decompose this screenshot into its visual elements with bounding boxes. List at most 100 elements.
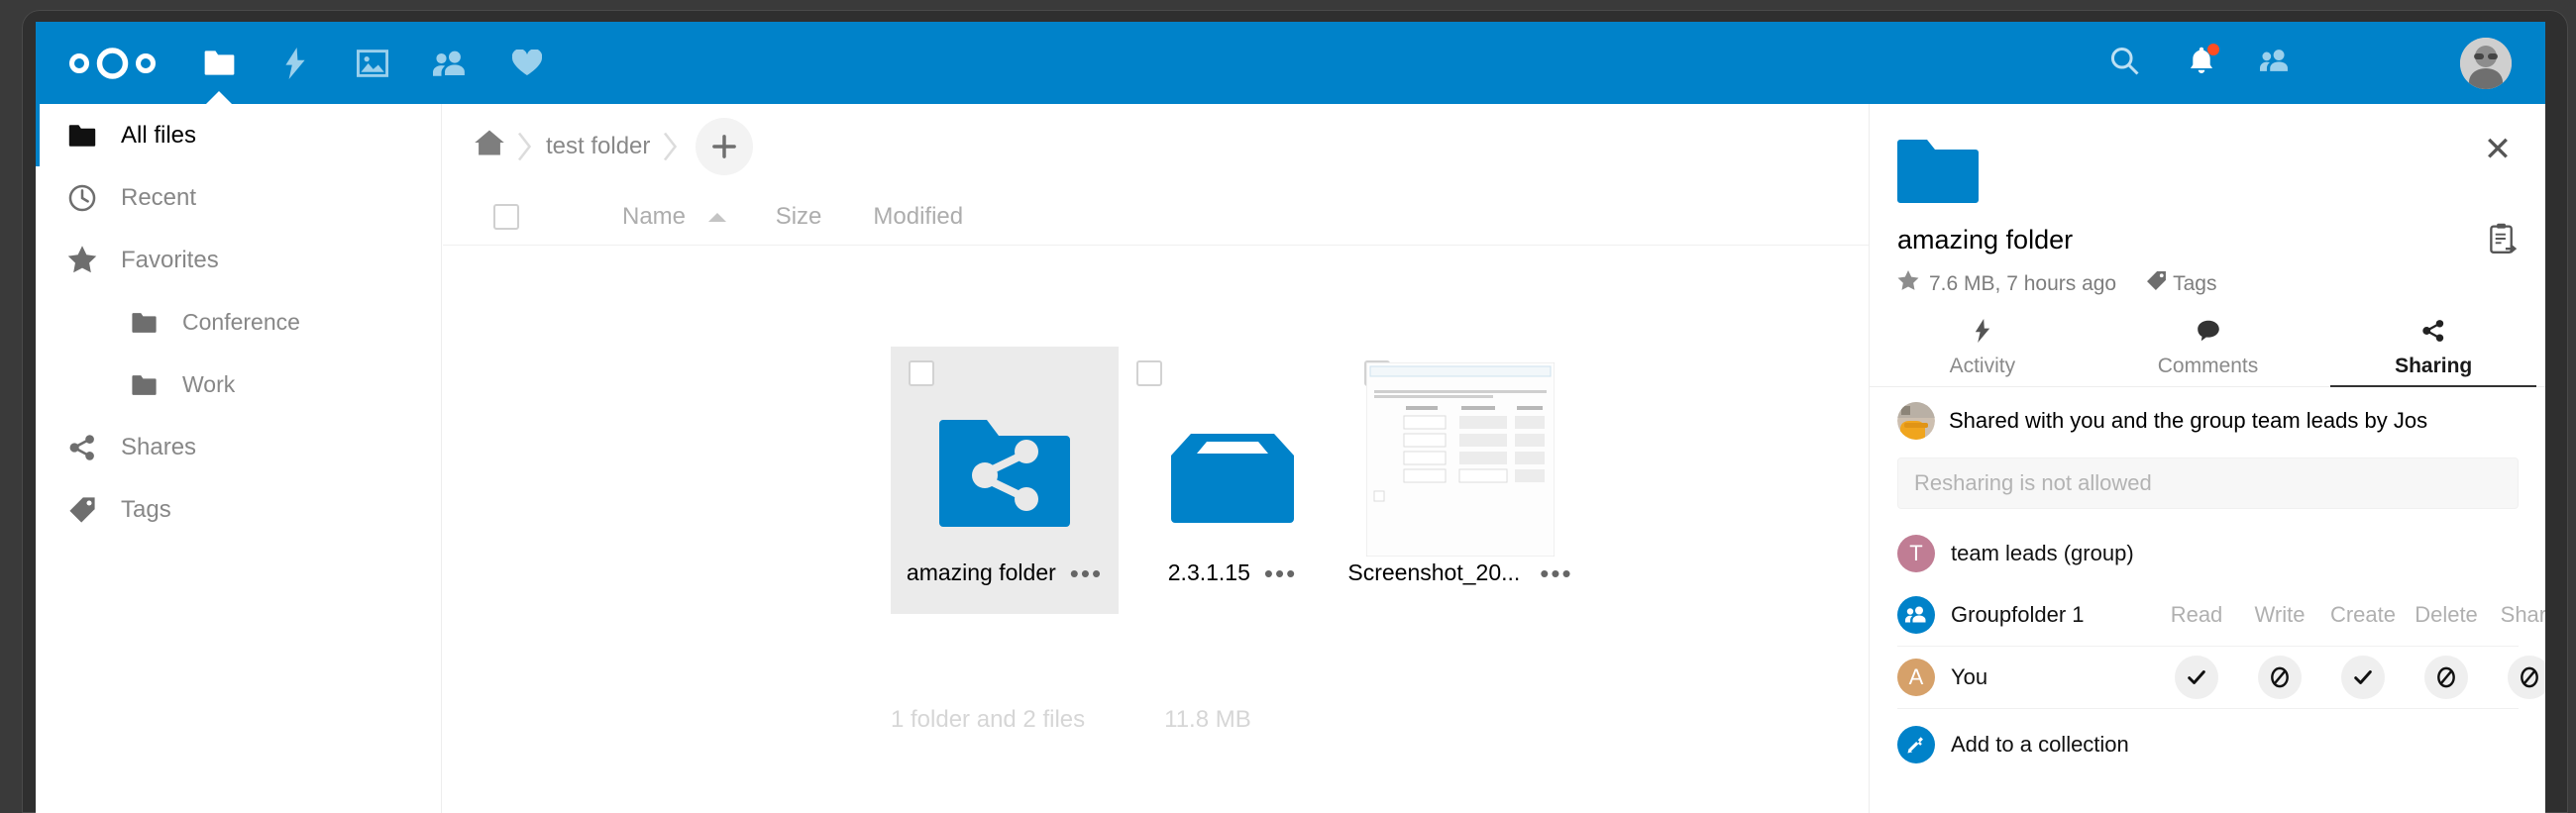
share-icon bbox=[2421, 319, 2445, 349]
add-to-collection-row[interactable]: Add to a collection bbox=[1870, 709, 2545, 780]
file-list-header: Name Size Modified bbox=[443, 188, 1869, 246]
share-icon bbox=[65, 434, 99, 461]
permission-header-share[interactable]: Share bbox=[2488, 602, 2545, 628]
contacts-icon bbox=[433, 50, 467, 77]
permission-read[interactable] bbox=[2155, 656, 2238, 699]
deny-icon[interactable] bbox=[2508, 656, 2545, 699]
permission-create[interactable] bbox=[2321, 656, 2405, 699]
screenshot-preview bbox=[1346, 360, 1574, 559]
column-header-name-label: Name bbox=[622, 202, 687, 230]
header-app-favorites[interactable] bbox=[487, 22, 567, 104]
user-avatar[interactable] bbox=[2460, 38, 2512, 89]
sidebar-item-all-files[interactable]: All files bbox=[36, 104, 441, 166]
details-sidebar: ✕ amazing folder 7.6 MB, 7 hours ago Tag… bbox=[1869, 104, 2545, 813]
file-tile-label-row: amazing folder ••• bbox=[891, 559, 1119, 586]
column-header-size[interactable]: Size bbox=[776, 203, 822, 231]
check-icon[interactable] bbox=[2341, 656, 2385, 699]
photo-avatar bbox=[1897, 402, 1935, 440]
select-all-checkbox[interactable] bbox=[493, 203, 519, 230]
nextcloud-logo[interactable] bbox=[65, 48, 160, 79]
header-app-contacts[interactable] bbox=[410, 22, 489, 104]
new-file-button[interactable] bbox=[696, 117, 754, 175]
permission-write[interactable] bbox=[2238, 656, 2321, 699]
app-header bbox=[36, 22, 2545, 104]
share-row-groupfolder-1[interactable]: Groupfolder 1 Read Write Create Delete S… bbox=[1870, 584, 2545, 646]
share-recipient-name: team leads (group) bbox=[1951, 541, 2134, 565]
file-meta: 7.6 MB, 7 hours ago Tags bbox=[1897, 270, 2216, 297]
files-main-content: test folder Name Size Modified amazing f… bbox=[443, 104, 1869, 813]
file-actions-menu[interactable]: ••• bbox=[1540, 560, 1572, 586]
tags-button[interactable]: Tags bbox=[2146, 270, 2216, 297]
permission-values bbox=[2155, 656, 2545, 699]
header-app-activity[interactable] bbox=[256, 22, 335, 104]
column-header-name[interactable]: Name bbox=[622, 203, 726, 231]
permission-header-delete[interactable]: Delete bbox=[2405, 602, 2488, 628]
sidebar-item-label: Tags bbox=[121, 495, 171, 523]
tab-label: Sharing bbox=[2395, 354, 2473, 377]
permission-header-read[interactable]: Read bbox=[2155, 602, 2238, 628]
breadcrumb: test folder bbox=[443, 104, 1869, 188]
header-app-files[interactable] bbox=[179, 22, 259, 104]
heart-icon bbox=[512, 49, 542, 77]
header-search-button[interactable] bbox=[2090, 22, 2159, 104]
reshare-input[interactable]: Resharing is not allowed bbox=[1897, 457, 2519, 509]
details-tabs: Activity Comments Sharing bbox=[1870, 310, 2545, 387]
file-count: 1 folder and 2 files bbox=[891, 706, 1086, 733]
permission-headers: Read Write Create Delete Share bbox=[2155, 602, 2545, 628]
file-actions-menu[interactable]: ••• bbox=[1264, 560, 1297, 586]
file-tile-amazing-folder[interactable]: amazing folder ••• bbox=[891, 347, 1119, 614]
app-navigation: All files Recent Favorites Conference Wo… bbox=[36, 104, 442, 813]
sidebar-item-favorites[interactable]: Favorites bbox=[36, 229, 441, 291]
shared-folder-icon bbox=[891, 382, 1119, 560]
column-header-modified[interactable]: Modified bbox=[873, 203, 963, 231]
tab-label: Comments bbox=[2157, 354, 2259, 377]
file-tile-2-3-1-15[interactable]: 2.3.1.15 ••• bbox=[1119, 347, 1346, 614]
package-icon bbox=[1119, 382, 1346, 560]
total-size: 11.8 MB bbox=[1164, 706, 1251, 733]
breadcrumb-separator bbox=[514, 130, 536, 163]
share-row-team-leads[interactable]: T team leads (group) bbox=[1870, 523, 2545, 584]
file-tile-label-row: Screenshot_20... ••• bbox=[1346, 559, 1574, 586]
file-list-summary: 1 folder and 2 files 11.8 MB bbox=[891, 706, 1251, 734]
deny-icon[interactable] bbox=[2258, 656, 2302, 699]
tab-comments[interactable]: Comments bbox=[2095, 310, 2321, 386]
close-icon[interactable]: ✕ bbox=[2478, 130, 2518, 169]
header-contacts-menu-button[interactable] bbox=[2240, 22, 2309, 104]
notification-badge bbox=[2207, 44, 2219, 55]
file-name: Screenshot_20... bbox=[1347, 559, 1521, 585]
permission-header-create[interactable]: Create bbox=[2321, 602, 2405, 628]
tab-sharing[interactable]: Sharing bbox=[2320, 310, 2545, 387]
check-icon[interactable] bbox=[2175, 656, 2218, 699]
permission-header-write[interactable]: Write bbox=[2238, 602, 2321, 628]
breadcrumb-crumb-test-folder[interactable]: test folder bbox=[536, 133, 660, 160]
star-icon[interactable] bbox=[1897, 270, 1919, 297]
file-tile-screenshot[interactable]: Screenshot_20... ••• bbox=[1346, 347, 1574, 614]
folder-icon bbox=[65, 124, 99, 148]
sidebar-item-recent[interactable]: Recent bbox=[36, 166, 441, 229]
sidebar-item-conference[interactable]: Conference bbox=[36, 291, 441, 354]
sidebar-item-shares[interactable]: Shares bbox=[36, 416, 441, 478]
clock-icon bbox=[65, 184, 99, 212]
clipboard-move-icon[interactable] bbox=[2488, 223, 2518, 259]
file-size-modified: 7.6 MB, 7 hours ago bbox=[1929, 271, 2117, 295]
device-frame: All files Recent Favorites Conference Wo… bbox=[0, 0, 2576, 813]
permission-delete[interactable] bbox=[2405, 656, 2488, 699]
share-row-you[interactable]: A You bbox=[1870, 647, 2545, 708]
sidebar-item-label: Recent bbox=[121, 183, 197, 211]
file-actions-menu[interactable]: ••• bbox=[1070, 560, 1103, 586]
tags-label: Tags bbox=[2173, 271, 2217, 295]
shared-by-notice: Shared with you and the group team leads… bbox=[1870, 388, 2545, 450]
lightning-icon bbox=[283, 47, 307, 79]
permission-share[interactable] bbox=[2488, 656, 2545, 699]
header-notifications-button[interactable] bbox=[2167, 22, 2236, 104]
breadcrumb-home[interactable] bbox=[465, 129, 514, 163]
header-app-photos[interactable] bbox=[333, 22, 412, 104]
sidebar-item-work[interactable]: Work bbox=[36, 354, 441, 416]
avatar: T bbox=[1897, 535, 1935, 572]
folder-icon bbox=[203, 50, 236, 76]
sidebar-item-tags[interactable]: Tags bbox=[36, 478, 441, 541]
tab-activity[interactable]: Activity bbox=[1870, 310, 2095, 386]
tag-icon bbox=[2146, 270, 2167, 297]
page-title: amazing folder bbox=[1897, 225, 2074, 254]
deny-icon[interactable] bbox=[2424, 656, 2468, 699]
